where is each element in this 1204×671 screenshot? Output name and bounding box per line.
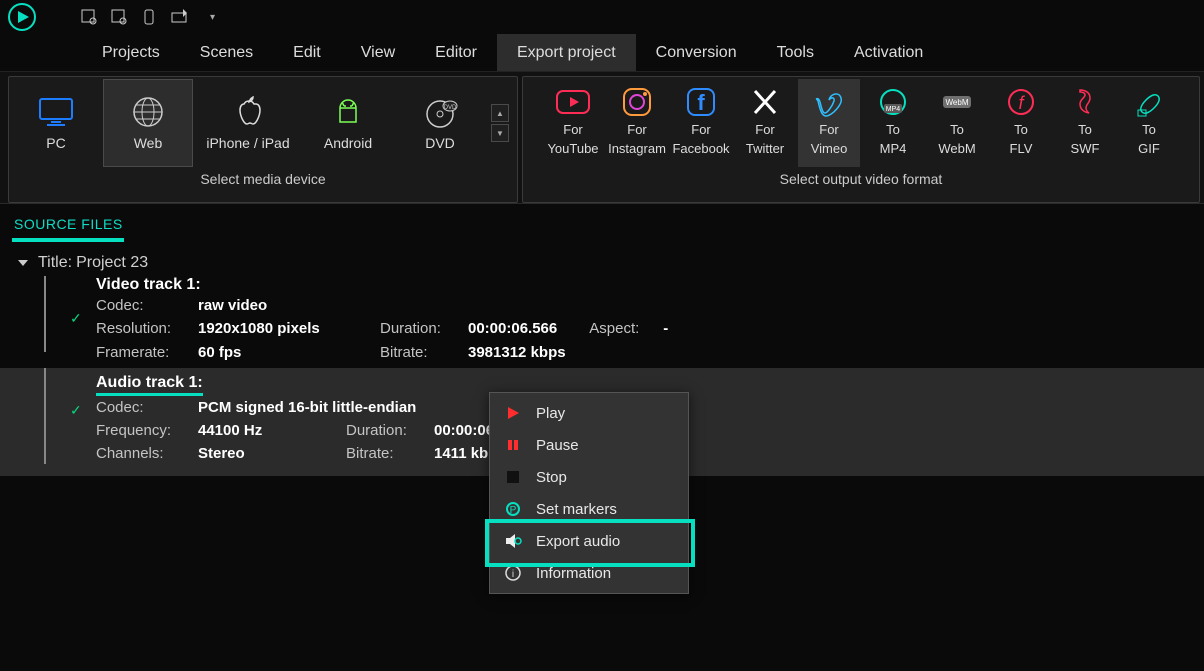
svg-text:i: i [512,569,514,580]
instagram-icon [621,85,653,119]
tab-projects[interactable]: Projects [82,34,180,71]
svg-text:MP4: MP4 [886,106,901,113]
quick-access-toolbar: ▾ [0,0,1204,34]
tab-activation[interactable]: Activation [834,34,943,71]
qat-icon-2[interactable] [108,6,130,28]
format-flv-button[interactable]: f ToFLV [990,79,1052,167]
tab-export-project[interactable]: Export project [497,34,636,71]
context-menu: Play Pause Stop P Set markers Export aud… [489,392,689,594]
video-track-header: Video track 1: [0,276,1204,294]
context-menu-information[interactable]: i Information [490,557,688,589]
ribbon-group-media-device: PC Web iPhone / iPad Android [8,76,518,203]
context-menu-pause[interactable]: Pause [490,429,688,461]
marker-icon: P [504,500,522,518]
format-instagram-button[interactable]: ForInstagram [606,79,668,167]
main-tabstrip: Projects Scenes Edit View Editor Export … [0,34,1204,72]
context-menu-set-markers[interactable]: P Set markers [490,493,688,525]
svg-text:P: P [510,505,517,516]
info-icon: i [504,564,522,582]
format-mp4-button[interactable]: MP4 ToMP4 [862,79,924,167]
format-vimeo-button[interactable]: ForVimeo [798,79,860,167]
pause-icon [504,436,522,454]
globe-icon [131,95,165,129]
tab-edit[interactable]: Edit [273,34,341,71]
title-value: Project 23 [76,254,148,272]
youtube-icon [555,85,591,119]
apple-icon [234,95,262,129]
tab-tools[interactable]: Tools [757,34,834,71]
swf-icon [1070,85,1100,119]
format-swf-button[interactable]: ToSWF [1054,79,1116,167]
stop-icon [504,468,522,486]
context-menu-export-audio[interactable]: Export audio [490,525,688,557]
context-menu-stop[interactable]: Stop [490,461,688,493]
twitter-x-icon [750,85,780,119]
vimeo-icon [812,85,846,119]
svg-text:f: f [1018,93,1025,113]
svg-text:f: f [697,90,705,115]
collapse-arrow-icon[interactable] [18,260,28,266]
mp4-icon: MP4 [876,85,910,119]
svg-text:WebM: WebM [946,98,969,107]
webm-icon: WebM [939,85,975,119]
output-format-caption: Select output video format [780,171,943,187]
format-facebook-button[interactable]: f ForFacebook [670,79,732,167]
tab-editor[interactable]: Editor [415,34,497,71]
device-dvd-button[interactable]: DVD DVD [395,79,485,167]
tab-scenes[interactable]: Scenes [180,34,273,71]
facebook-icon: f [685,85,717,119]
device-pc-button[interactable]: PC [11,79,101,167]
format-youtube-button[interactable]: ForYouTube [542,79,604,167]
device-iphone-button[interactable]: iPhone / iPad [195,79,301,167]
source-files-header: SOURCE FILES [0,216,123,236]
svg-text:DVD: DVD [444,105,457,111]
check-icon: ✓ [70,402,82,419]
device-android-button[interactable]: Android [303,79,393,167]
check-icon: ✓ [70,310,82,327]
android-icon [333,95,363,129]
tab-conversion[interactable]: Conversion [636,34,757,71]
app-logo-icon [6,1,38,33]
device-web-button[interactable]: Web [103,79,193,167]
ribbon-group-output-format: ForYouTube ForInstagram f ForFacebook Fo… [522,76,1200,203]
play-icon [504,404,522,422]
ribbon: PC Web iPhone / iPad Android [0,72,1204,204]
dvd-icon: DVD [422,95,458,129]
qat-icon-3[interactable] [138,6,160,28]
title-label: Title: [38,254,72,272]
spinner-up-icon[interactable]: ▲ [491,104,509,122]
media-device-caption: Select media device [200,171,325,187]
spinner-down-icon[interactable]: ▼ [491,124,509,142]
qat-dropdown-icon[interactable]: ▾ [210,12,215,23]
context-menu-play[interactable]: Play [490,397,688,429]
format-gif-button[interactable]: ToGIF [1118,79,1180,167]
gif-brush-icon [1134,85,1164,119]
device-spinner: ▲ ▼ [491,79,509,167]
flv-icon: f [1006,85,1036,119]
format-webm-button[interactable]: WebM ToWebM [926,79,988,167]
monitor-icon [37,95,75,129]
export-audio-icon [504,532,522,550]
qat-icon-1[interactable] [78,6,100,28]
format-twitter-button[interactable]: ForTwitter [734,79,796,167]
video-track-block: ✓ Video track 1: Codec: raw video Resolu… [0,276,1204,364]
tab-view[interactable]: View [341,34,415,71]
header-underline [12,238,124,242]
project-title-row[interactable]: Title: Project 23 [0,250,1204,276]
qat-icon-4[interactable] [168,6,190,28]
